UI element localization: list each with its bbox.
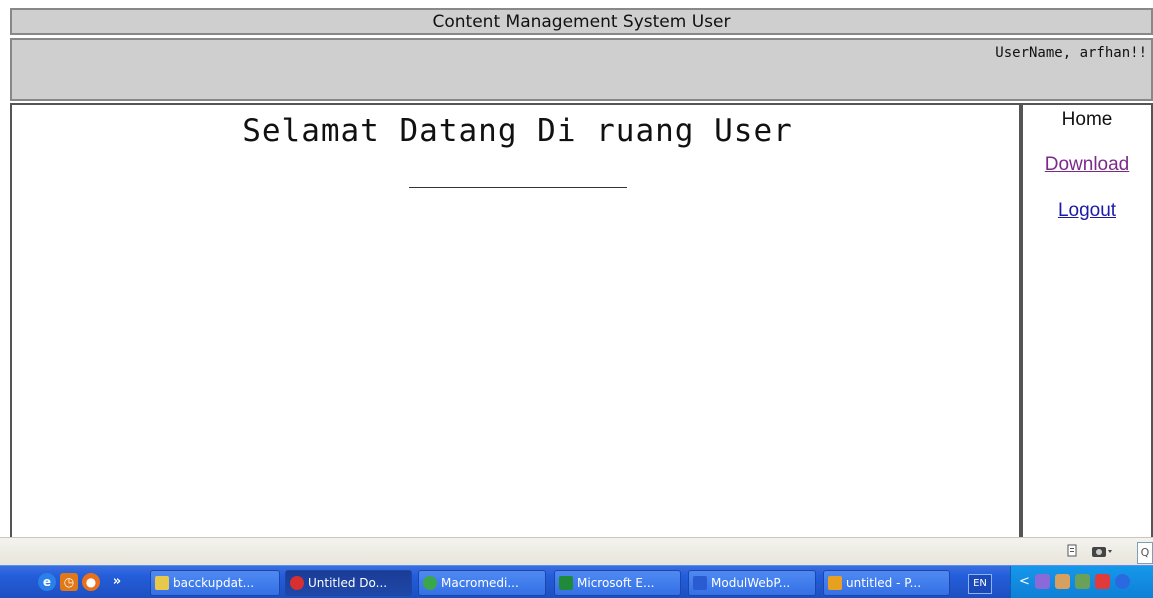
ie-icon[interactable]: e: [38, 573, 56, 591]
side-nav: Home Download Logout: [1021, 103, 1153, 537]
taskbar-button-label: Untitled Do...: [308, 576, 388, 590]
taskbar-button-paint[interactable]: untitled - P...: [823, 570, 950, 596]
taskbar-button-opera[interactable]: Untitled Do...: [285, 570, 412, 596]
browser-page: Content Management System User UserName,…: [0, 0, 1153, 537]
nav-home: Home: [1061, 109, 1113, 130]
nav-logout-link[interactable]: Logout: [1023, 200, 1151, 222]
taskbar-button-excel[interactable]: Microsoft E...: [554, 570, 681, 596]
tray-update-icon[interactable]: [1115, 574, 1130, 589]
heading-divider: [409, 187, 627, 188]
taskbar-button-label: Macromedi...: [441, 576, 519, 590]
word-icon: [693, 576, 707, 590]
user-info-bar: UserName, arfhan!!: [10, 38, 1153, 101]
clock-icon[interactable]: ◷: [60, 573, 78, 591]
taskbar-button-word[interactable]: ModulWebP...: [688, 570, 816, 596]
paint-icon: [828, 576, 842, 590]
taskbar-button-label: bacckupdat...: [173, 576, 255, 590]
search-box[interactable]: Q: [1137, 542, 1153, 564]
opera-icon: [290, 576, 304, 590]
browser-status-bar: Q: [0, 537, 1153, 566]
status-icons: [1065, 544, 1113, 558]
tray-network-icon[interactable]: [1035, 574, 1050, 589]
dreamweaver-icon: [423, 576, 437, 590]
taskbar: e ◷ ● » bacckupdat... Untitled Do... Mac…: [0, 565, 1153, 598]
page-icon[interactable]: [1065, 544, 1079, 558]
taskbar-button-label: Microsoft E...: [577, 576, 655, 590]
taskbar-button-label: ModulWebP...: [711, 576, 791, 590]
taskbar-button-folder[interactable]: bacckupdat...: [150, 570, 280, 596]
page-title-text: Content Management System User: [432, 11, 731, 32]
camera-icon[interactable]: [1091, 544, 1113, 558]
excel-icon: [559, 576, 573, 590]
firefox-icon[interactable]: ●: [82, 573, 100, 591]
tray-user-icon[interactable]: [1055, 574, 1070, 589]
tray-acrobat-icon[interactable]: [1095, 574, 1110, 589]
page-title: Content Management System User: [10, 8, 1153, 35]
tray-arrow-icon[interactable]: <: [1019, 574, 1030, 589]
taskbar-button-dreamweaver[interactable]: Macromedi...: [418, 570, 546, 596]
tray-shield-icon[interactable]: [1075, 574, 1090, 589]
welcome-heading: Selamat Datang Di ruang User: [242, 113, 793, 149]
quick-launch-more[interactable]: »: [108, 573, 126, 591]
user-greeting: UserName, arfhan!!: [995, 45, 1147, 61]
folder-icon: [155, 576, 169, 590]
main-content: Selamat Datang Di ruang User: [10, 103, 1021, 537]
system-tray: <: [1010, 566, 1153, 598]
nav-download-link[interactable]: Download: [1023, 154, 1151, 176]
language-indicator[interactable]: EN: [968, 574, 992, 594]
taskbar-button-label: untitled - P...: [846, 576, 922, 590]
